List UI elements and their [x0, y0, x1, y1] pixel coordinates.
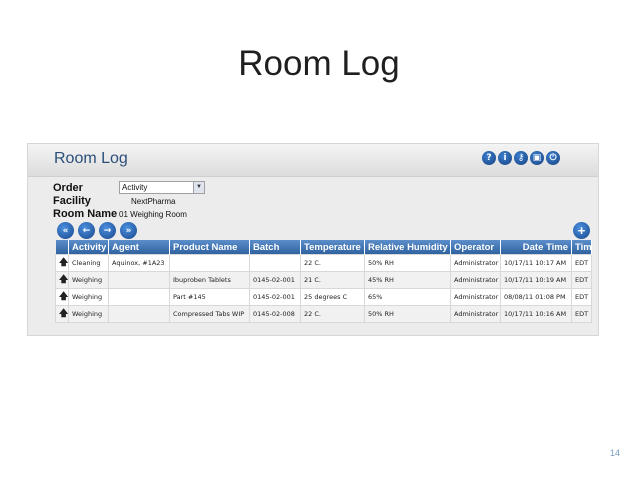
- room-label: Room Name: [53, 208, 118, 220]
- datetime-cell: 10/17/11 10:19 AM: [500, 271, 572, 289]
- timezone-cell: EDT: [571, 254, 592, 272]
- key-icon[interactable]: ⚷: [514, 151, 528, 165]
- panel-title: Room Log: [54, 150, 128, 167]
- column-header-relative-humidity[interactable]: Relative Humidity: [364, 240, 451, 255]
- operator-cell: Administrator: [450, 254, 501, 272]
- agent-cell: [108, 305, 170, 323]
- order-row: Order Activity ▼: [53, 181, 205, 194]
- next-page-icon[interactable]: →: [99, 222, 116, 239]
- facility-label: Facility: [53, 195, 91, 207]
- humidity-cell: 65%: [364, 288, 451, 306]
- room-log-panel: Room Log ? i ⚷ ▣ ⏻ Order Activity ▼ Faci…: [27, 143, 599, 336]
- timezone-cell: EDT: [571, 271, 592, 289]
- batch-cell: 0145-02-001: [249, 288, 301, 306]
- last-page-icon[interactable]: »: [120, 222, 137, 239]
- operator-cell: Administrator: [450, 271, 501, 289]
- product-cell: Ibuproben Tablets: [169, 271, 250, 289]
- column-header-product-name[interactable]: Product Name: [169, 240, 250, 255]
- activity-link[interactable]: Weighing: [68, 288, 109, 306]
- lock-icon[interactable]: ▣: [530, 151, 544, 165]
- order-label: Order: [53, 181, 83, 194]
- humidity-cell: 45% RH: [364, 271, 451, 289]
- table-row[interactable]: 🡅 Cleaning Aquinox, #1A23 22 C. 50% RH A…: [55, 254, 592, 272]
- temperature-cell: 21 C.: [300, 271, 365, 289]
- table-row[interactable]: 🡅 Weighing Ibuproben Tablets 0145-02-001…: [55, 271, 592, 289]
- timezone-cell: EDT: [571, 305, 592, 323]
- add-icon[interactable]: +: [573, 222, 590, 239]
- chevron-down-icon[interactable]: ▼: [193, 182, 204, 193]
- batch-cell: [249, 254, 301, 272]
- column-header-agent[interactable]: Agent: [108, 240, 170, 255]
- datetime-cell: 08/08/11 01:08 PM: [500, 288, 572, 306]
- column-header-temperature[interactable]: Temperature: [300, 240, 365, 255]
- temperature-cell: 22 C.: [300, 254, 365, 272]
- arrow-up-icon[interactable]: 🡅: [55, 305, 69, 323]
- product-cell: Compressed Tabs WIP: [169, 305, 250, 323]
- arrow-up-icon[interactable]: 🡅: [55, 271, 69, 289]
- temperature-cell: 22 C.: [300, 305, 365, 323]
- agent-cell: Aquinox, #1A23: [108, 254, 170, 272]
- agent-cell: [108, 288, 170, 306]
- product-cell: [169, 254, 250, 272]
- table-row[interactable]: 🡅 Weighing Part #145 0145-02-001 25 degr…: [55, 288, 592, 306]
- room-value: 01 Weighing Room: [119, 209, 187, 219]
- pagination-buttons: « ← → »: [57, 222, 137, 239]
- activity-link[interactable]: Cleaning: [68, 254, 109, 272]
- batch-cell: 0145-02-001: [249, 271, 301, 289]
- column-header-arrow: [55, 240, 69, 255]
- operator-cell: Administrator: [450, 305, 501, 323]
- agent-cell: [108, 271, 170, 289]
- humidity-cell: 50% RH: [364, 254, 451, 272]
- order-select-value: Activity: [122, 183, 148, 192]
- activity-link[interactable]: Weighing: [68, 305, 109, 323]
- datetime-cell: 10/17/11 10:16 AM: [500, 305, 572, 323]
- temperature-cell: 25 degrees C: [300, 288, 365, 306]
- column-header-date-time[interactable]: Date Time: [500, 240, 572, 255]
- timezone-cell: EDT: [571, 288, 592, 306]
- arrow-up-icon[interactable]: 🡅: [55, 288, 69, 306]
- slide-title: Room Log: [238, 44, 400, 83]
- logout-icon[interactable]: ⏻: [546, 151, 560, 165]
- batch-cell: 0145-02-008: [249, 305, 301, 323]
- info-icon[interactable]: i: [498, 151, 512, 165]
- product-cell: Part #145: [169, 288, 250, 306]
- humidity-cell: 50% RH: [364, 305, 451, 323]
- column-header-activity[interactable]: Activity: [68, 240, 109, 255]
- order-select[interactable]: Activity ▼: [119, 181, 205, 194]
- arrow-up-icon[interactable]: 🡅: [55, 254, 69, 272]
- panel-header: Room Log ? i ⚷ ▣ ⏻: [28, 144, 598, 177]
- datetime-cell: 10/17/11 10:17 AM: [500, 254, 572, 272]
- page-number: 14: [609, 448, 620, 458]
- facility-row: Facility NextPharma: [53, 195, 175, 207]
- room-log-table: Activity Agent Product Name Batch Temper…: [55, 240, 592, 323]
- header-toolbar: ? i ⚷ ▣ ⏻: [482, 151, 560, 165]
- activity-link[interactable]: Weighing: [68, 271, 109, 289]
- first-page-icon[interactable]: «: [57, 222, 74, 239]
- column-header-time-zone[interactable]: Tim: [571, 240, 592, 255]
- room-row: Room Name 01 Weighing Room: [53, 208, 187, 220]
- facility-value: NextPharma: [131, 196, 176, 206]
- column-header-operator[interactable]: Operator: [450, 240, 501, 255]
- table-row[interactable]: 🡅 Weighing Compressed Tabs WIP 0145-02-0…: [55, 305, 592, 323]
- previous-page-icon[interactable]: ←: [78, 222, 95, 239]
- help-icon[interactable]: ?: [482, 151, 496, 165]
- table-header-row: Activity Agent Product Name Batch Temper…: [55, 240, 592, 255]
- operator-cell: Administrator: [450, 288, 501, 306]
- column-header-batch[interactable]: Batch: [249, 240, 301, 255]
